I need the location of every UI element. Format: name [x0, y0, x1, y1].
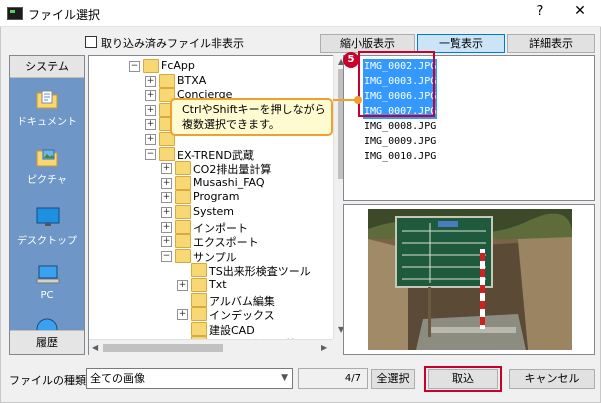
sidebar-places: ドキュメント ピクチャ デスクトップ PC ▼ — [10, 78, 84, 345]
folder-icon — [191, 263, 207, 278]
expand-icon[interactable]: + — [161, 177, 172, 189]
collapse-icon[interactable]: − — [129, 61, 140, 72]
tree-node-label: FcApp — [161, 59, 195, 72]
expand-icon[interactable]: + — [177, 280, 188, 291]
expand-icon[interactable]: + — [145, 90, 156, 102]
sidebar-system-tab[interactable]: システム — [10, 56, 84, 78]
folder-icon — [175, 205, 191, 219]
callout-line-1: CtrlやShiftキーを押しながら — [182, 103, 326, 116]
tree-node-label: System — [193, 205, 235, 218]
expand-icon[interactable]: + — [161, 163, 172, 175]
detail-view-button[interactable]: 詳細表示 — [507, 34, 595, 53]
multi-select-callout: CtrlやShiftキーを押しながら 複数選択できます。 — [170, 98, 333, 136]
expand-icon[interactable]: + — [145, 104, 156, 116]
sidebar-item-documents-label: ドキュメント — [17, 117, 77, 128]
hide-imported-checkbox[interactable] — [85, 36, 97, 48]
close-button[interactable]: ✕ — [568, 3, 592, 23]
file-type-label: ファイルの種類 — [9, 374, 86, 387]
expand-icon[interactable]: + — [161, 207, 172, 218]
tree-node-label: BTXA — [177, 73, 207, 87]
title-bar: ファイル選択 ? ✕ — [0, 0, 601, 27]
expand-icon[interactable]: + — [161, 236, 172, 248]
network-icon — [36, 318, 58, 330]
sidebar-item-desktop-label: デスクトップ — [17, 236, 77, 247]
folder-icon — [191, 292, 207, 307]
folder-icon — [143, 59, 159, 73]
collapse-icon[interactable]: − — [145, 148, 156, 160]
file-item[interactable]: IMG_0009.JPG — [363, 134, 437, 149]
folder-icon — [191, 321, 207, 336]
select-all-button[interactable]: 全選択 — [371, 369, 415, 389]
sidebar-item-pictures[interactable]: ピクチャ — [10, 146, 84, 186]
help-button[interactable]: ? — [530, 4, 550, 22]
scroll-left-icon[interactable]: ◀ — [92, 343, 98, 352]
selection-highlight-box — [358, 51, 435, 117]
pc-icon — [36, 265, 60, 284]
tree-node-label: サンプル — [193, 250, 237, 264]
expand-icon[interactable]: + — [161, 221, 172, 233]
file-item[interactable]: IMG_0010.JPG — [363, 149, 437, 164]
file-type-value: 全ての画像 — [90, 372, 145, 385]
collapse-icon[interactable]: − — [161, 250, 172, 262]
selection-counter: 4/7 — [298, 368, 368, 389]
tree-node-label: アルバム編集 — [209, 294, 275, 308]
chevron-down-icon[interactable]: ▼ — [281, 369, 288, 388]
step-badge: 5 — [343, 52, 359, 68]
file-type-select[interactable]: 全ての画像 ▼ — [86, 368, 293, 389]
tree-node-label: インポート — [193, 221, 248, 235]
folder-icon — [175, 248, 191, 263]
folder-icon — [191, 307, 207, 322]
folder-icon — [175, 219, 191, 234]
tree-node-label: Txt — [209, 278, 227, 291]
tree-horizontal-scrollbar[interactable]: ◀ ▶ — [89, 339, 333, 355]
sidebar-item-pc[interactable]: PC — [10, 264, 84, 304]
sidebar-item-documents[interactable]: ドキュメント — [10, 88, 84, 128]
callout-line-2: 複数選択できます。 — [182, 118, 280, 131]
sidebar-item-pc-label: PC — [40, 290, 54, 301]
file-item[interactable]: IMG_0008.JPG — [363, 119, 437, 134]
sidebar-item-desktop[interactable]: デスクトップ — [10, 206, 84, 247]
expand-icon[interactable]: + — [145, 75, 156, 87]
cancel-button[interactable]: キャンセル — [509, 369, 595, 389]
tree-node-label: エクスポート — [193, 236, 259, 250]
app-icon — [7, 7, 23, 20]
expand-icon[interactable]: + — [145, 119, 156, 131]
preview-pane — [343, 204, 595, 355]
tree-hscroll-thumb[interactable] — [103, 344, 223, 352]
expand-icon[interactable]: + — [177, 309, 188, 321]
places-sidebar: システム ドキュメント ピクチャ デスクトップ PC 履歴 — [9, 55, 85, 355]
tree-node-label: Program — [193, 190, 240, 204]
preview-image — [368, 209, 572, 350]
callout-dot — [354, 96, 362, 104]
documents-folder-icon — [36, 90, 58, 109]
sidebar-history-tab[interactable]: 履歴 — [10, 330, 84, 354]
tree-node-label: 建設CAD — [209, 323, 255, 337]
tree-node-label: インデックス — [209, 309, 275, 323]
desktop-icon — [36, 207, 60, 226]
hide-imported-label[interactable]: 取り込み済みファイル非表示 — [101, 35, 244, 51]
tree-node-label: TS出来形検査ツール — [209, 265, 311, 279]
pictures-folder-icon — [36, 149, 58, 167]
expand-icon[interactable]: + — [145, 134, 156, 145]
scroll-right-icon[interactable]: ▶ — [321, 343, 327, 352]
folder-icon — [175, 175, 191, 190]
sidebar-item-pictures-label: ピクチャ — [27, 175, 67, 186]
tree-node-label: EX-TREND武蔵 — [177, 148, 254, 162]
import-button[interactable]: 取込 — [428, 369, 498, 389]
expand-icon[interactable]: + — [161, 192, 172, 204]
folder-icon — [175, 190, 191, 205]
tree-node-label: CO2排出量計算 — [193, 163, 272, 177]
folder-icon — [175, 161, 191, 176]
folder-icon — [191, 278, 207, 292]
window-title: ファイル選択 — [28, 8, 101, 22]
folder-icon — [175, 234, 191, 249]
folder-icon — [159, 146, 175, 161]
tree-node-label: Musashi_FAQ — [193, 175, 265, 189]
folder-icon — [159, 73, 175, 88]
